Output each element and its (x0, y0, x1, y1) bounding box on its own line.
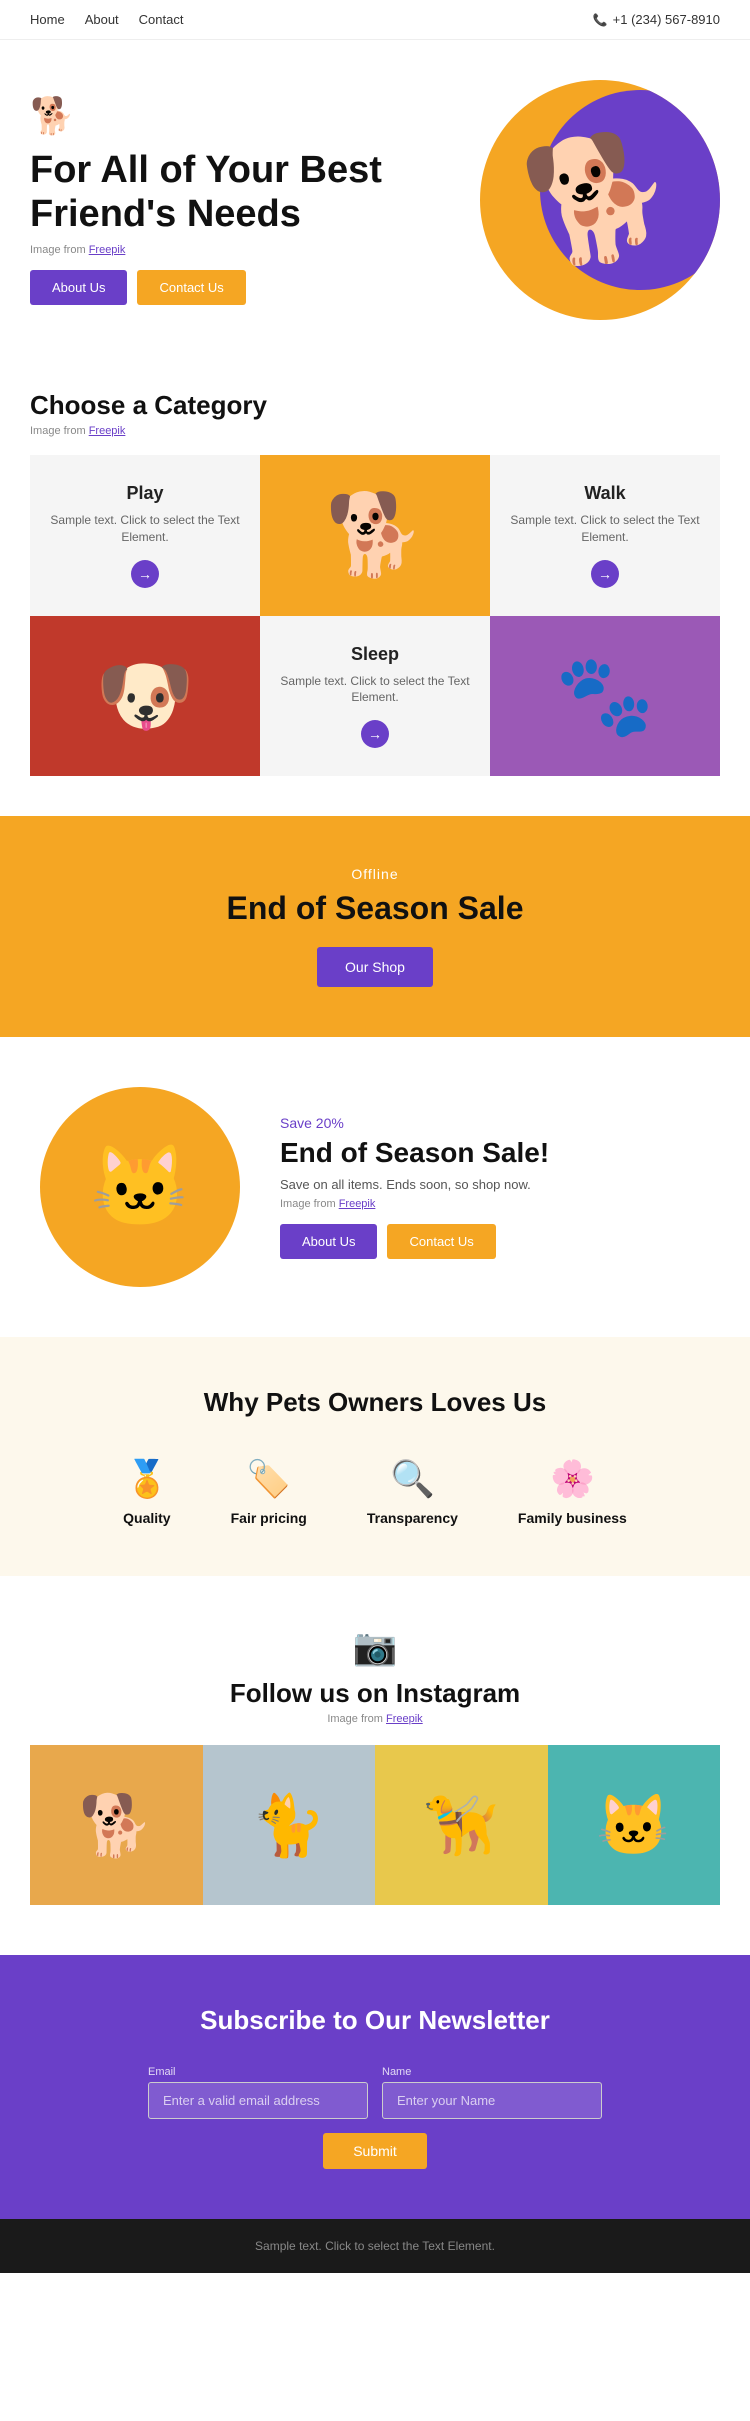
newsletter-title: Subscribe to Our Newsletter (30, 2005, 720, 2036)
transparency-icon: 🔍 (390, 1458, 435, 1500)
pricing-icon: 🏷️ (246, 1458, 291, 1500)
eos-content: Save 20% End of Season Sale! Save on all… (280, 1115, 549, 1259)
hero-about-button[interactable]: About Us (30, 270, 127, 305)
why-section: Why Pets Owners Loves Us 🏅 Quality 🏷️ Fa… (0, 1337, 750, 1576)
category-freepik-link[interactable]: Freepik (89, 425, 126, 437)
insta-photo-3[interactable]: 🦮 (375, 1745, 548, 1905)
category-play-title: Play (126, 483, 163, 504)
instagram-grid: 🐕 🐈 🦮 🐱 (30, 1745, 720, 1905)
hero-image-credit: Image from Freepik (30, 244, 480, 256)
quality-icon: 🏅 (124, 1458, 169, 1500)
eos-section: 🐱 Save 20% End of Season Sale! Save on a… (0, 1037, 750, 1337)
category-img-bulldog: 🐶 (30, 616, 260, 777)
insta-emoji-2: 🐈 (251, 1790, 326, 1861)
category-img-golden: 🐾 (490, 616, 720, 777)
newsletter-form: Email Name Submit (30, 2066, 720, 2169)
hero-dog-emoji: 🐕 (514, 118, 685, 282)
eos-save-text: Save 20% (280, 1115, 549, 1131)
insta-emoji-3: 🦮 (424, 1790, 499, 1861)
eos-about-button[interactable]: About Us (280, 1224, 377, 1259)
insta-emoji-1: 🐕 (79, 1790, 154, 1861)
category-credit: Image from Freepik (30, 425, 720, 437)
hero-title: For All of Your Best Friend's Needs (30, 149, 480, 236)
category-walk: Walk Sample text. Click to select the Te… (490, 455, 720, 616)
eos-buttons: About Us Contact Us (280, 1224, 549, 1259)
newsletter-section: Subscribe to Our Newsletter Email Name S… (0, 1955, 750, 2219)
eos-cat-image: 🐱 (40, 1087, 240, 1287)
category-walk-desc: Sample text. Click to select the Text El… (510, 512, 700, 546)
sale-title: End of Season Sale (30, 890, 720, 927)
eos-image-credit: Image from Freepik (280, 1198, 549, 1210)
category-sleep-desc: Sample text. Click to select the Text El… (280, 673, 470, 707)
nav-contact[interactable]: Contact (139, 12, 184, 27)
beagle-emoji: 🐕 (325, 488, 425, 582)
insta-photo-1[interactable]: 🐕 (30, 1745, 203, 1905)
hero-left: 🐕 For All of Your Best Friend's Needs Im… (30, 95, 480, 305)
hero-image: 🐕 (480, 80, 720, 320)
nav-home[interactable]: Home (30, 12, 65, 27)
newsletter-inputs-row: Email Name (148, 2066, 602, 2119)
transparency-label: Transparency (367, 1510, 458, 1526)
hero-freepik-link[interactable]: Freepik (89, 244, 126, 256)
instagram-section: 📷 Follow us on Instagram Image from Free… (0, 1576, 750, 1955)
eos-freepik-link[interactable]: Freepik (339, 1198, 376, 1210)
why-item-pricing: 🏷️ Fair pricing (231, 1458, 307, 1526)
navigation: Home About Contact +1 (234) 567-8910 (0, 0, 750, 40)
sale-banner-section: Offline End of Season Sale Our Shop (0, 816, 750, 1037)
family-icon: 🌸 (550, 1458, 595, 1500)
eos-contact-button[interactable]: Contact Us (387, 1224, 495, 1259)
category-walk-title: Walk (584, 483, 625, 504)
name-field-group: Name (382, 2066, 602, 2119)
nav-phone: +1 (234) 567-8910 (593, 12, 720, 27)
sale-label: Offline (30, 866, 720, 882)
bulldog-emoji: 🐶 (95, 649, 195, 743)
category-section: Choose a Category Image from Freepik Pla… (0, 350, 750, 816)
quality-label: Quality (123, 1510, 170, 1526)
why-item-family: 🌸 Family business (518, 1458, 627, 1526)
sale-shop-button[interactable]: Our Shop (317, 947, 433, 987)
why-grid: 🏅 Quality 🏷️ Fair pricing 🔍 Transparency… (30, 1458, 720, 1526)
insta-emoji-4: 🐱 (596, 1790, 671, 1861)
nav-about[interactable]: About (85, 12, 119, 27)
why-title: Why Pets Owners Loves Us (30, 1387, 720, 1418)
name-input[interactable] (382, 2082, 602, 2119)
why-item-quality: 🏅 Quality (123, 1458, 170, 1526)
footer: Sample text. Click to select the Text El… (0, 2219, 750, 2273)
hero-section: 🐕 For All of Your Best Friend's Needs Im… (0, 40, 750, 350)
name-label: Name (382, 2066, 602, 2078)
category-sleep-title: Sleep (351, 644, 399, 665)
email-input[interactable] (148, 2082, 368, 2119)
category-play: Play Sample text. Click to select the Te… (30, 455, 260, 616)
category-sleep: Sleep Sample text. Click to select the T… (260, 616, 490, 777)
nav-links: Home About Contact (30, 12, 183, 27)
hero-buttons: About Us Contact Us (30, 270, 480, 305)
email-label: Email (148, 2066, 368, 2078)
pricing-label: Fair pricing (231, 1510, 307, 1526)
instagram-freepik-link[interactable]: Freepik (386, 1713, 423, 1725)
hero-contact-button[interactable]: Contact Us (137, 270, 245, 305)
insta-photo-2[interactable]: 🐈 (203, 1745, 376, 1905)
instagram-credit: Image from Freepik (30, 1713, 720, 1725)
insta-photo-4[interactable]: 🐱 (548, 1745, 721, 1905)
category-title: Choose a Category (30, 390, 720, 421)
why-item-transparency: 🔍 Transparency (367, 1458, 458, 1526)
category-play-desc: Sample text. Click to select the Text El… (50, 512, 240, 546)
email-field-group: Email (148, 2066, 368, 2119)
eos-cat-emoji: 🐱 (90, 1140, 190, 1234)
category-grid: Play Sample text. Click to select the Te… (30, 455, 720, 776)
category-img-beagle: 🐕 (260, 455, 490, 616)
footer-text: Sample text. Click to select the Text El… (30, 2239, 720, 2253)
family-label: Family business (518, 1510, 627, 1526)
hero-logo-icon: 🐕 (30, 95, 480, 137)
eos-desc: Save on all items. Ends soon, so shop no… (280, 1177, 549, 1192)
category-walk-arrow[interactable]: → (591, 560, 619, 588)
golden-emoji: 🐾 (555, 649, 655, 743)
eos-title: End of Season Sale! (280, 1137, 549, 1169)
instagram-title: Follow us on Instagram (30, 1678, 720, 1709)
category-sleep-arrow[interactable]: → (361, 720, 389, 748)
newsletter-submit-button[interactable]: Submit (323, 2133, 427, 2169)
category-play-arrow[interactable]: → (131, 560, 159, 588)
instagram-icon: 📷 (30, 1626, 720, 1668)
